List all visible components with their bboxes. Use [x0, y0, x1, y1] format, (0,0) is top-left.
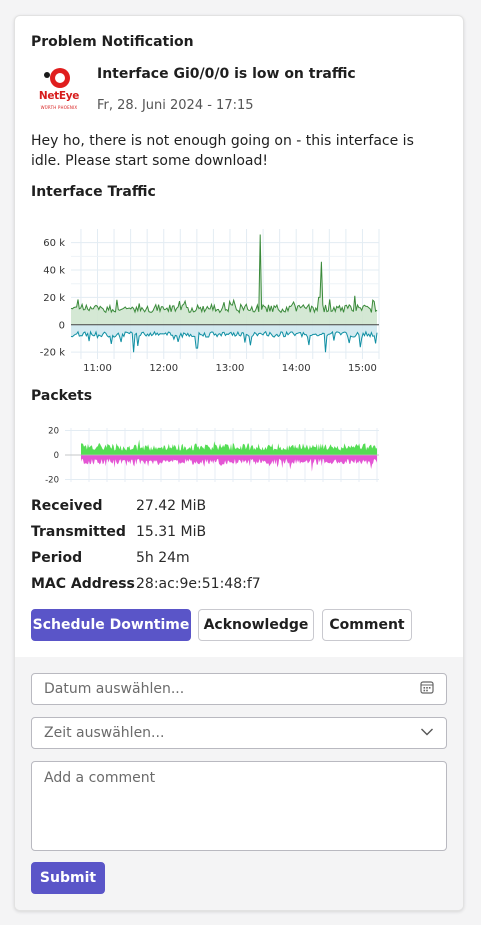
y-tick-label: 60 k	[43, 238, 65, 249]
logo-brand: NetEye	[38, 90, 80, 102]
property-value: 28:ac:9e:51:48:f7	[136, 576, 261, 592]
date-placeholder: Datum auswählen...	[44, 681, 185, 697]
property-key: Period	[31, 550, 83, 566]
neteye-logo: NetEye WÜRTH PHOENIX	[35, 66, 83, 114]
logo-sub: WÜRTH PHOENIX	[40, 105, 78, 110]
packets-chart: 20 0 -20	[45, 426, 379, 486]
property-key: Received	[31, 498, 103, 514]
x-tick-label: 14:00	[282, 363, 311, 371]
x-tick-label: 11:00	[83, 363, 112, 371]
logo-dot-icon	[44, 72, 50, 78]
chevron-down-icon[interactable]	[420, 725, 434, 741]
date-picker-input[interactable]: Datum auswählen...	[31, 673, 447, 705]
property-period: Period 5h 24m	[31, 550, 331, 568]
traffic-section-title: Interface Traffic	[31, 184, 156, 200]
property-transmitted: Transmitted 15.31 MiB	[31, 524, 331, 542]
y-tick-label: 20 k	[43, 293, 65, 304]
notification-card: Problem Notification NetEye WÜRTH PHOENI…	[14, 15, 464, 911]
property-value: 27.42 MiB	[136, 498, 207, 514]
calendar-icon[interactable]	[420, 680, 434, 698]
property-key: MAC Address	[31, 576, 135, 592]
property-mac-address: MAC Address 28:ac:9e:51:48:f7	[31, 576, 331, 594]
submit-button[interactable]: Submit	[31, 862, 105, 894]
notification-title: Interface Gi0/0/0 is low on traffic	[97, 66, 356, 82]
time-placeholder: Zeit auswählen...	[44, 725, 165, 741]
comment-textarea[interactable]: Add a comment	[31, 761, 447, 851]
card-title: Problem Notification	[31, 34, 194, 50]
x-tick-label: 12:00	[149, 363, 178, 371]
comment-form: Datum auswählen... Zeit auswählen... Add…	[15, 657, 463, 910]
notification-message: Hey ho, there is not enough going on - t…	[31, 133, 414, 169]
notification-date: Fr, 28. Juni 2024 - 17:15	[97, 98, 254, 113]
property-value: 15.31 MiB	[136, 524, 207, 540]
property-value: 5h 24m	[136, 550, 190, 566]
traffic-chart: 60 k 40 k 20 k 0 -20 k 11:00 12:00 13:00 14:00 15…	[40, 229, 380, 371]
y-tick-label: -20 k	[40, 348, 66, 359]
x-tick-label: 13:00	[216, 363, 245, 371]
inbound-traffic-line	[70, 234, 378, 314]
property-key: Transmitted	[31, 524, 126, 540]
y-tick-label: 40 k	[43, 266, 65, 277]
x-tick-label: 15:00	[348, 363, 377, 371]
acknowledge-button[interactable]: Acknowledge	[198, 609, 314, 641]
y-tick-label: 0	[59, 320, 65, 331]
comment-button[interactable]: Comment	[322, 609, 412, 641]
logo-circle-icon	[50, 68, 70, 88]
outbound-traffic-area	[71, 324, 377, 353]
time-select[interactable]: Zeit auswählen...	[31, 717, 447, 749]
property-received: Received 27.42 MiB	[31, 498, 331, 516]
y-tick-label: 0	[54, 451, 59, 461]
packets-section-title: Packets	[31, 388, 93, 404]
comment-placeholder: Add a comment	[44, 770, 156, 786]
y-tick-label: 20	[48, 426, 59, 436]
outbound-traffic-line	[70, 330, 378, 353]
y-tick-label: -20	[45, 476, 59, 486]
schedule-downtime-button[interactable]: Schedule Downtime	[31, 609, 191, 641]
